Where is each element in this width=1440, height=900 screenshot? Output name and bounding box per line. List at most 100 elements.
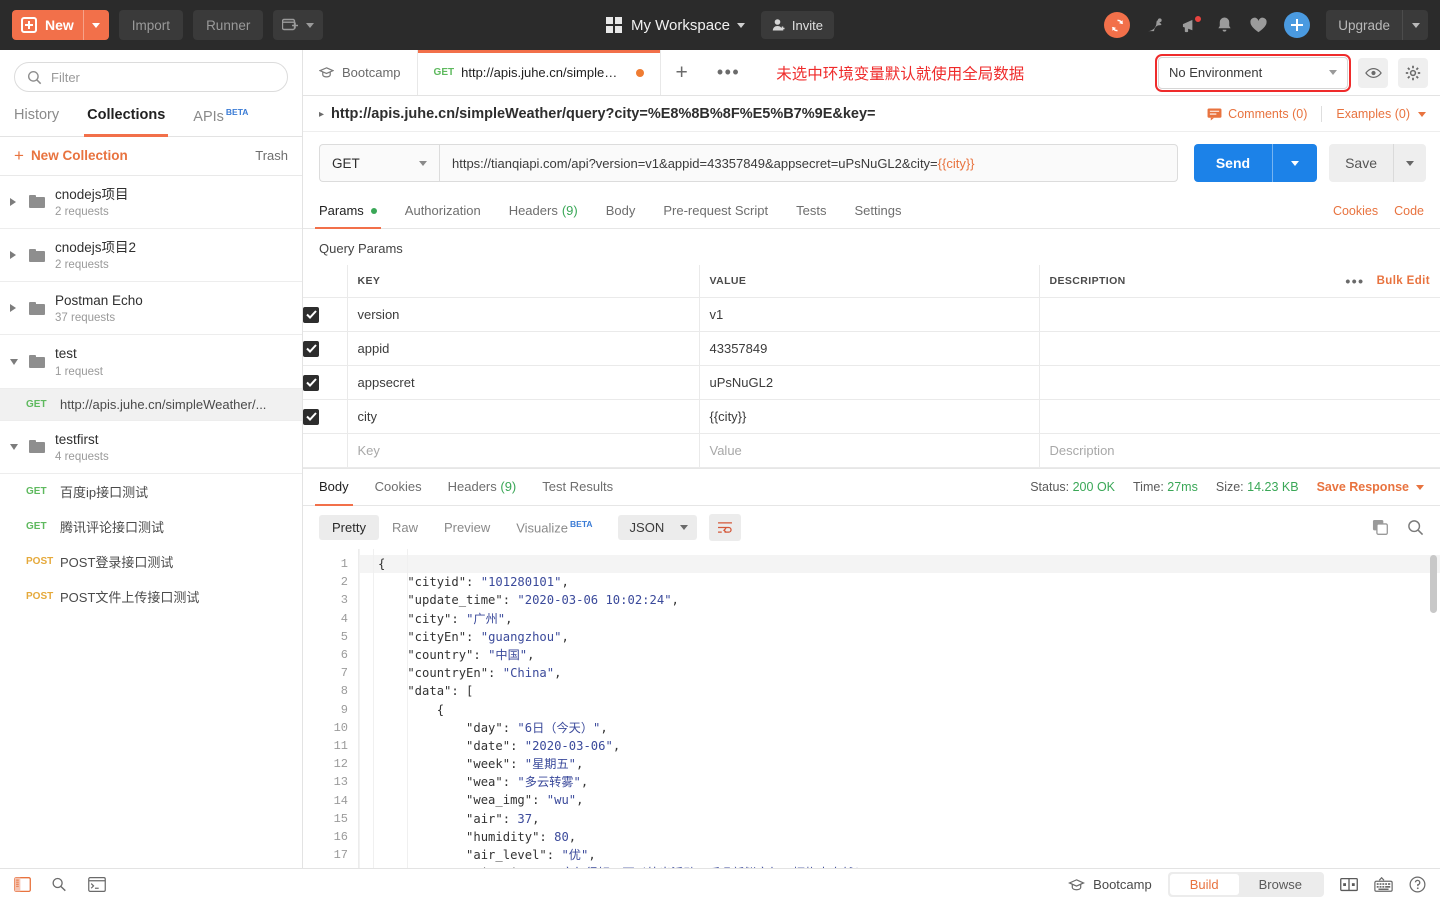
tab-pre-request-script[interactable]: Pre-request Script bbox=[663, 194, 768, 228]
tab-tests[interactable]: Tests bbox=[796, 194, 826, 228]
tab-apis[interactable]: APIs BETA bbox=[193, 101, 248, 136]
view-visualize[interactable]: Visualize BETA bbox=[503, 514, 605, 540]
help-icon[interactable] bbox=[1409, 876, 1426, 893]
param-value[interactable]: {{city}} bbox=[700, 400, 1039, 433]
method-selector[interactable]: GET bbox=[319, 144, 439, 182]
bulk-edit-button[interactable]: Bulk Edit bbox=[1377, 275, 1430, 287]
chevron-right-icon[interactable] bbox=[10, 197, 24, 206]
request-item-simpleweather[interactable]: GET http://apis.juhe.cn/simpleWeather/..… bbox=[0, 388, 302, 421]
request-item[interactable]: POST POST文件上传接口测试 bbox=[0, 579, 302, 614]
runner-button[interactable]: Runner bbox=[193, 10, 264, 40]
checkbox-checked-icon[interactable] bbox=[303, 340, 319, 357]
view-raw[interactable]: Raw bbox=[379, 515, 431, 540]
import-button[interactable]: Import bbox=[118, 10, 184, 40]
tab-test-results[interactable]: Test Results bbox=[542, 469, 613, 505]
chevron-right-icon[interactable] bbox=[10, 251, 24, 260]
request-item[interactable]: POST POST登录接口测试 bbox=[0, 544, 302, 579]
view-pretty[interactable]: Pretty bbox=[319, 515, 379, 540]
new-param-value[interactable]: Value bbox=[700, 434, 1039, 467]
workspace-button[interactable]: My Workspace bbox=[606, 17, 745, 34]
response-format-selector[interactable]: JSON bbox=[617, 515, 698, 540]
chevron-down-icon[interactable] bbox=[10, 443, 24, 450]
param-value[interactable]: uPsNuGL2 bbox=[700, 366, 1039, 399]
response-body-viewer[interactable]: 123456789101112131415161718 { "cityid": … bbox=[303, 549, 1440, 868]
tab-authorization[interactable]: Authorization bbox=[405, 194, 481, 228]
checkbox-checked-icon[interactable] bbox=[303, 374, 319, 391]
param-value[interactable]: v1 bbox=[700, 298, 1039, 331]
new-button[interactable]: New bbox=[12, 10, 109, 40]
chevron-down-icon[interactable] bbox=[10, 358, 24, 365]
invite-button[interactable]: Invite bbox=[760, 11, 834, 39]
keyboard-shortcuts-icon[interactable] bbox=[1374, 877, 1393, 892]
browse-button[interactable]: Browse bbox=[1239, 874, 1322, 895]
new-param-description[interactable]: Description bbox=[1040, 434, 1440, 467]
copy-icon[interactable] bbox=[1372, 519, 1389, 536]
tab-headers[interactable]: Headers (9) bbox=[509, 194, 578, 228]
examples-button[interactable]: Examples (0) bbox=[1336, 107, 1426, 121]
open-new-window-button[interactable] bbox=[273, 10, 324, 40]
tab-history[interactable]: History bbox=[14, 101, 59, 136]
save-button[interactable]: Save bbox=[1329, 144, 1426, 182]
environment-quick-look-button[interactable] bbox=[1358, 57, 1388, 88]
tab-collections[interactable]: Collections bbox=[84, 101, 169, 137]
checkbox-checked-icon[interactable] bbox=[303, 408, 319, 425]
chevron-right-icon[interactable] bbox=[10, 304, 24, 313]
satellite-icon[interactable] bbox=[1146, 17, 1165, 34]
tab-body[interactable]: Body bbox=[606, 194, 636, 228]
param-key[interactable]: city bbox=[348, 400, 699, 433]
collection-item[interactable]: test 1 request bbox=[0, 335, 302, 389]
collection-item[interactable]: cnodejs项目 2 requests bbox=[0, 176, 302, 230]
new-collection-button[interactable]: + New Collection bbox=[14, 147, 128, 164]
param-description[interactable] bbox=[1040, 408, 1440, 426]
param-description[interactable] bbox=[1040, 374, 1440, 392]
add-icon[interactable] bbox=[1284, 12, 1311, 38]
find-icon[interactable] bbox=[51, 877, 68, 892]
comments-button[interactable]: Comments (0) bbox=[1207, 107, 1307, 121]
request-item[interactable]: GET 百度ip接口测试 bbox=[0, 474, 302, 509]
search-icon[interactable] bbox=[1407, 519, 1424, 536]
expand-arrow-icon[interactable]: ▸ bbox=[319, 109, 324, 120]
sidebar-toggle-icon[interactable] bbox=[14, 877, 31, 892]
tab-bootcamp[interactable]: Bootcamp bbox=[303, 50, 418, 95]
collection-item[interactable]: testfirst 4 requests bbox=[0, 421, 302, 474]
tab-response-headers[interactable]: Headers (9) bbox=[448, 469, 517, 505]
tab-response-body[interactable]: Body bbox=[315, 469, 353, 506]
tab-options-button[interactable]: ••• bbox=[703, 50, 754, 95]
upgrade-caret[interactable] bbox=[1402, 10, 1428, 40]
param-key[interactable]: appid bbox=[348, 332, 699, 365]
bootcamp-button[interactable]: Bootcamp bbox=[1068, 877, 1152, 892]
tab-response-cookies[interactable]: Cookies bbox=[375, 469, 422, 505]
collection-item[interactable]: cnodejs项目2 2 requests bbox=[0, 229, 302, 283]
checkbox-checked-icon[interactable] bbox=[303, 306, 319, 323]
heart-icon[interactable] bbox=[1249, 17, 1268, 34]
new-tab-button[interactable]: + bbox=[661, 50, 703, 95]
environment-selector[interactable]: No Environment bbox=[1155, 53, 1351, 92]
save-response-button[interactable]: Save Response bbox=[1317, 480, 1424, 494]
two-pane-icon[interactable] bbox=[1340, 877, 1358, 892]
url-input[interactable]: https://tianqiapi.com/api?version=v1&app… bbox=[439, 144, 1178, 182]
sync-icon[interactable] bbox=[1104, 12, 1131, 38]
console-icon[interactable] bbox=[88, 877, 106, 892]
collection-item[interactable]: Postman Echo 37 requests bbox=[0, 282, 302, 336]
params-options-button[interactable]: ••• bbox=[1345, 273, 1364, 289]
param-key[interactable]: version bbox=[348, 298, 699, 331]
response-code[interactable]: { "cityid": "101280101", "update_time": … bbox=[359, 549, 1440, 868]
wrap-lines-button[interactable] bbox=[709, 514, 742, 541]
bell-icon[interactable] bbox=[1216, 16, 1233, 34]
param-key[interactable]: appsecret bbox=[348, 366, 699, 399]
param-description[interactable] bbox=[1040, 306, 1440, 324]
tab-settings[interactable]: Settings bbox=[854, 194, 901, 228]
new-dropdown-caret[interactable] bbox=[82, 10, 109, 40]
new-param-key[interactable]: Key bbox=[348, 434, 699, 467]
param-description[interactable] bbox=[1040, 340, 1440, 358]
code-link[interactable]: Code bbox=[1394, 204, 1424, 218]
tab-simpleweather[interactable]: GET http://apis.juhe.cn/simpleWeat... bbox=[417, 50, 661, 95]
view-preview[interactable]: Preview bbox=[431, 515, 503, 540]
upgrade-button[interactable]: Upgrade bbox=[1326, 10, 1428, 40]
trash-button[interactable]: Trash bbox=[255, 148, 288, 163]
settings-button[interactable] bbox=[1398, 57, 1428, 88]
cookies-link[interactable]: Cookies bbox=[1333, 204, 1378, 218]
send-button[interactable]: Send bbox=[1193, 144, 1318, 182]
save-options-caret[interactable] bbox=[1393, 144, 1426, 182]
search-input[interactable]: Filter bbox=[14, 62, 288, 92]
